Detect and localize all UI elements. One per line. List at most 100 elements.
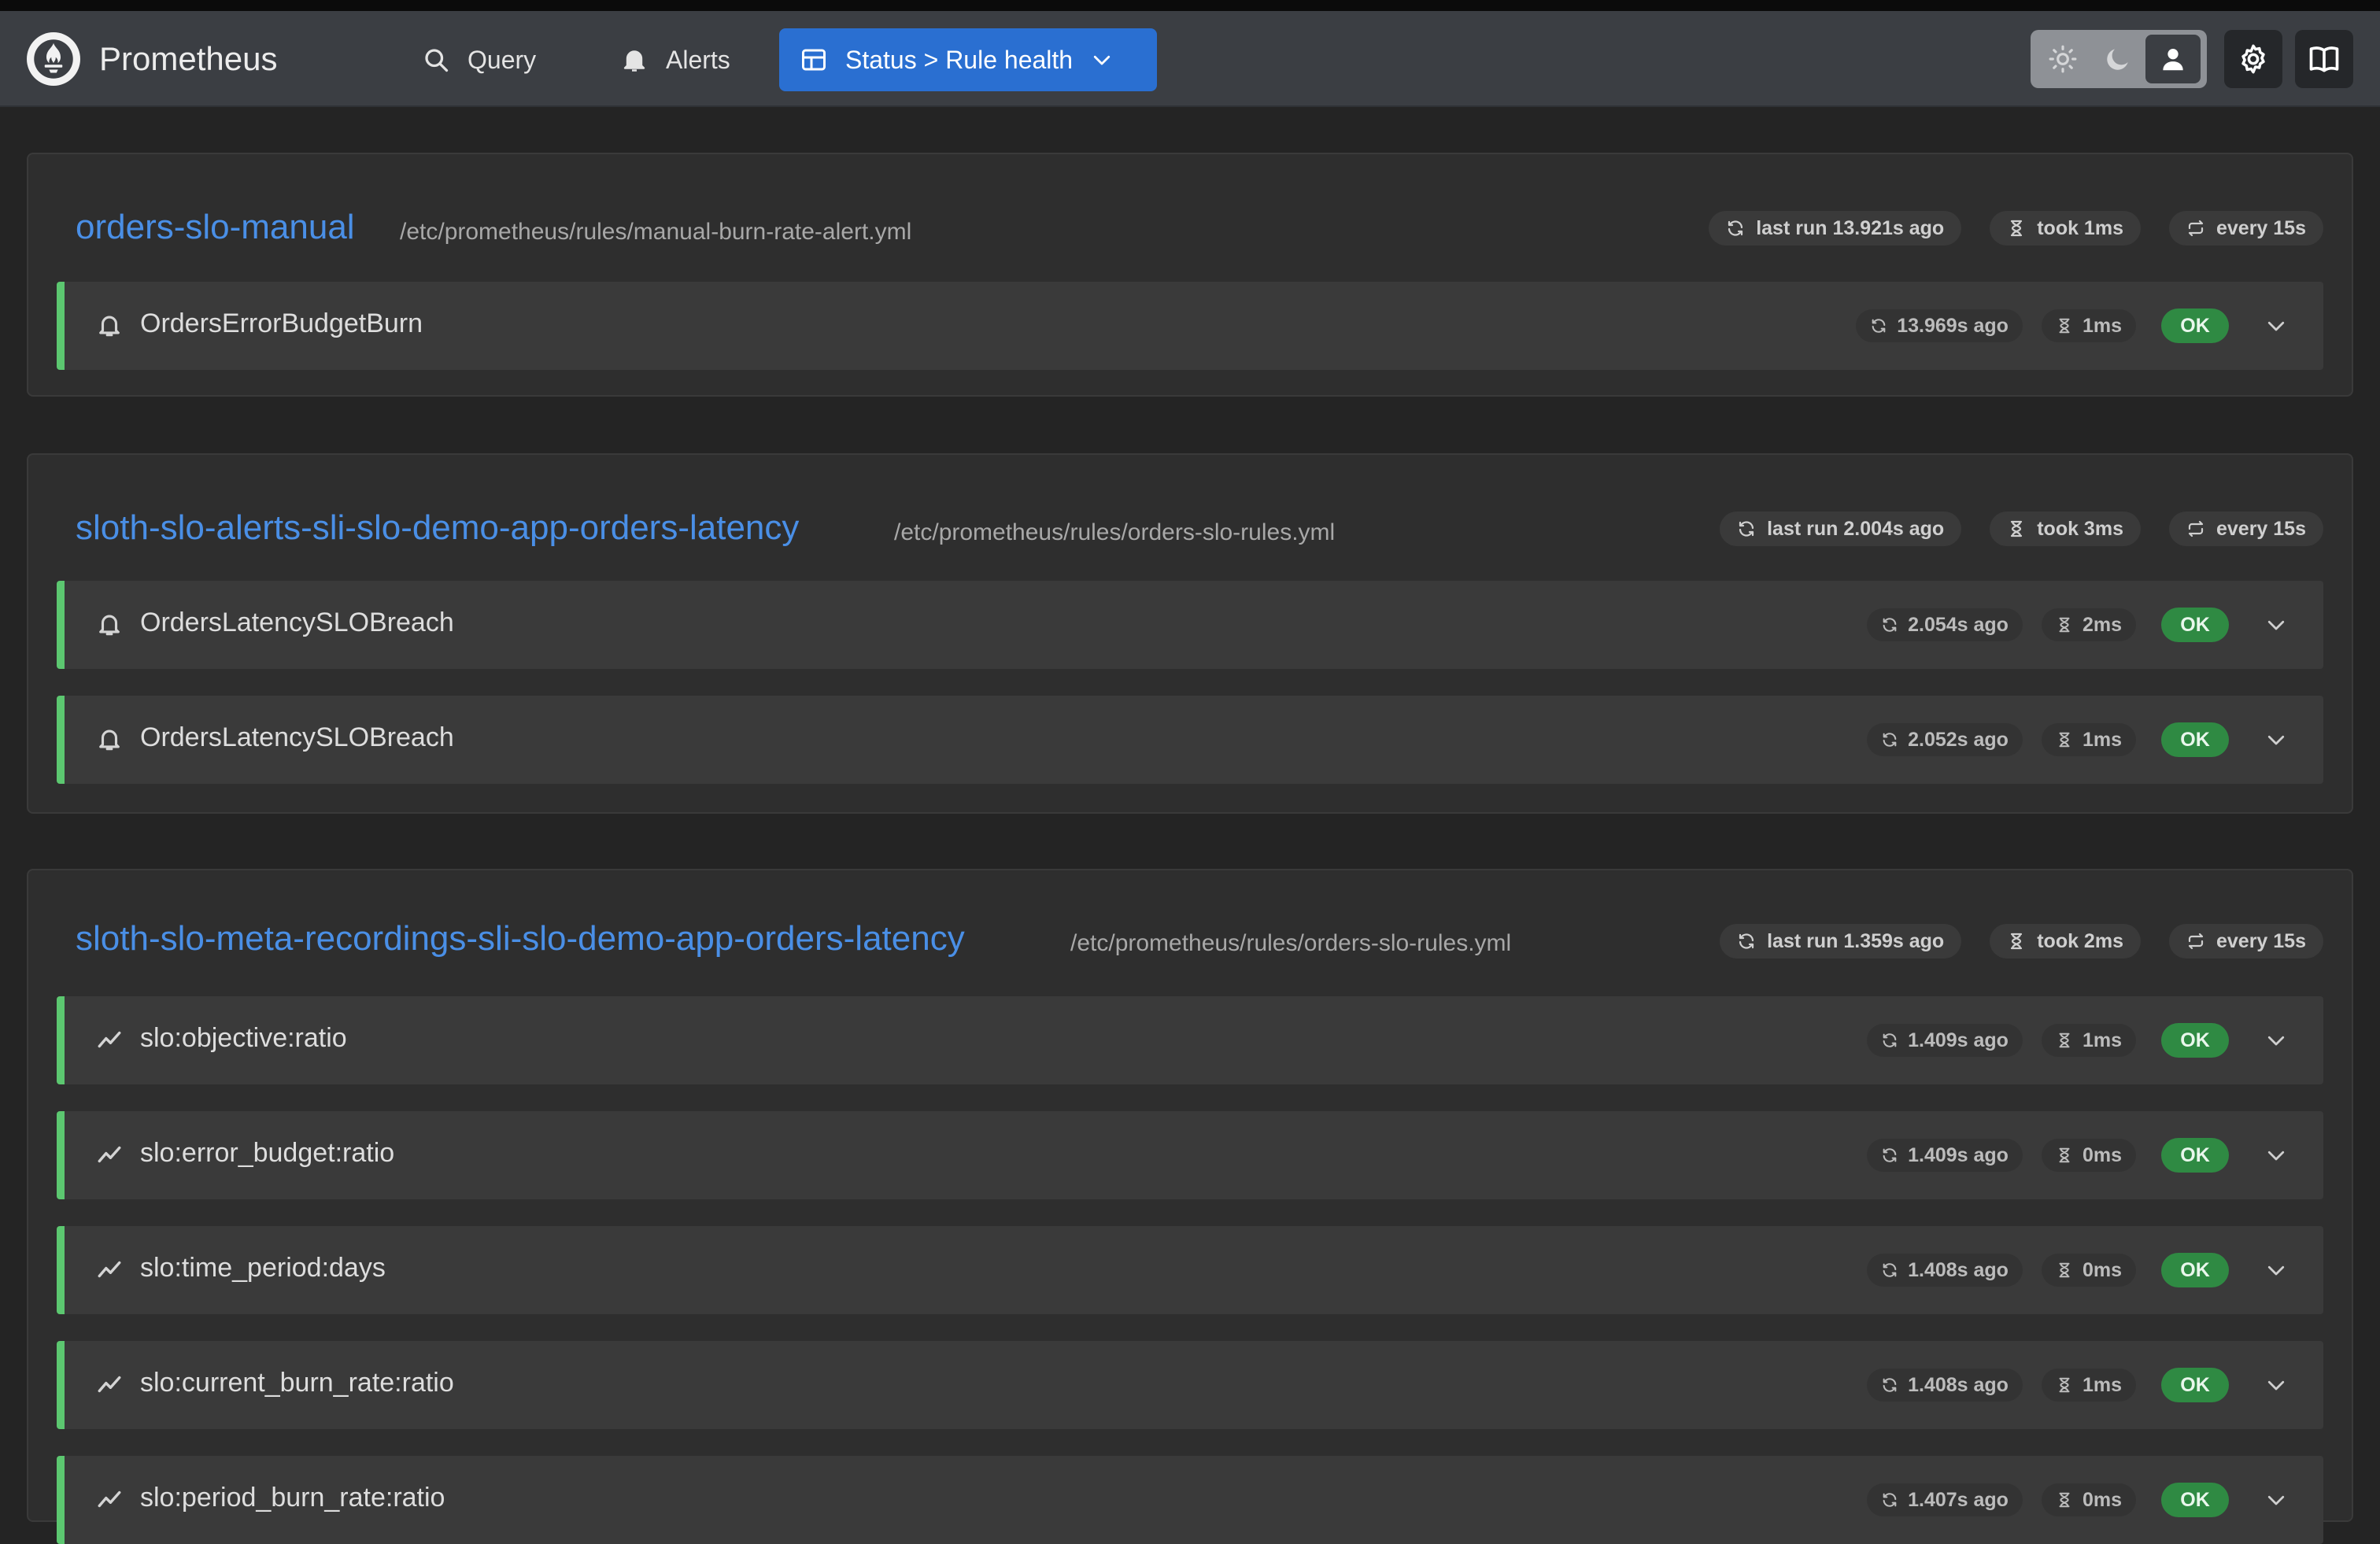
refresh-icon [1881, 1147, 1898, 1164]
expand-rule-button[interactable] [2260, 609, 2292, 641]
rule-group: sloth-slo-alerts-sli-slo-demo-app-orders… [27, 453, 2353, 814]
top-navbar: Prometheus Query Alerts Status > Rule he… [0, 11, 2380, 107]
rule-name: OrdersLatencySLOBreach [140, 608, 454, 637]
last-evaluation-badge: 2.052s ago [1867, 723, 2023, 756]
nav-status-dropdown[interactable]: Status > Rule health [779, 28, 1157, 91]
settings-button[interactable] [2224, 30, 2282, 88]
chart-line-icon [96, 1256, 123, 1283]
chevron-down-icon [2264, 314, 2288, 338]
rule-row[interactable]: OrdersLatencySLOBreach 2.052s ago 1ms OK [57, 696, 2323, 784]
rule-name: slo:time_period:days [140, 1253, 386, 1283]
evaluation-duration-badge: 2ms [2041, 608, 2136, 641]
rule-group-name[interactable]: sloth-slo-meta-recordings-sli-slo-demo-a… [76, 919, 965, 959]
last-run-badge: last run 13.921s ago [1709, 211, 1962, 246]
rule-group: orders-slo-manual /etc/prometheus/rules/… [27, 153, 2353, 397]
chevron-down-icon [2264, 1029, 2288, 1052]
duration-badge: took 1ms [1990, 211, 2141, 246]
chart-line-icon [96, 1026, 123, 1053]
rule-row[interactable]: slo:objective:ratio 1.409s ago 1ms OK [57, 996, 2323, 1084]
hourglass-icon [2056, 317, 2073, 334]
expand-rule-button[interactable] [2260, 724, 2292, 755]
app-name: Prometheus [99, 40, 278, 77]
rule-row[interactable]: OrdersLatencySLOBreach 2.054s ago 2ms OK [57, 581, 2323, 669]
rule-name: slo:error_budget:ratio [140, 1138, 395, 1168]
sun-icon [2049, 45, 2077, 73]
last-evaluation-badge: 1.408s ago [1867, 1369, 2023, 1402]
refresh-icon [1737, 932, 1756, 951]
hourglass-icon [2056, 1261, 2073, 1279]
evaluation-duration-badge: 0ms [2041, 1254, 2136, 1287]
hourglass-icon [2056, 1376, 2073, 1394]
dark-theme-button[interactable] [2090, 35, 2145, 83]
repeat-icon [2186, 219, 2205, 238]
health-status-badge: OK [2161, 1023, 2229, 1058]
rule-row[interactable]: OrdersErrorBudgetBurn 13.969s ago 1ms OK [57, 282, 2323, 370]
documentation-button[interactable] [2295, 30, 2353, 88]
expand-rule-button[interactable] [2260, 310, 2292, 342]
rule-name: slo:period_burn_rate:ratio [140, 1483, 445, 1513]
hourglass-icon [2056, 1032, 2073, 1049]
evaluation-duration-badge: 1ms [2041, 723, 2136, 756]
chevron-down-icon [2264, 613, 2288, 637]
table-icon [802, 49, 826, 71]
brand[interactable]: Prometheus [27, 31, 277, 87]
hourglass-icon [2056, 616, 2073, 633]
user-icon [2163, 49, 2183, 71]
health-status-badge: OK [2161, 722, 2229, 757]
nav-alerts[interactable]: Alerts [600, 28, 751, 91]
book-icon [2309, 46, 2339, 72]
refresh-icon [1881, 1261, 1898, 1279]
nav-query[interactable]: Query [401, 28, 556, 91]
expand-rule-button[interactable] [2260, 1369, 2292, 1401]
last-evaluation-badge: 1.409s ago [1867, 1139, 2023, 1172]
expand-rule-button[interactable] [2260, 1140, 2292, 1171]
expand-rule-button[interactable] [2260, 1025, 2292, 1056]
health-status-badge: OK [2161, 608, 2229, 642]
interval-badge: every 15s [2168, 924, 2323, 959]
rule-group-file: /etc/prometheus/rules/manual-burn-rate-a… [400, 219, 912, 245]
chevron-down-icon [2264, 1488, 2288, 1512]
last-run-badge: last run 1.359s ago [1720, 924, 1962, 959]
expand-rule-button[interactable] [2260, 1484, 2292, 1516]
auto-theme-button[interactable] [2145, 35, 2201, 83]
moon-icon [2107, 49, 2128, 70]
hourglass-icon [2007, 932, 2026, 951]
refresh-icon [1881, 1032, 1898, 1049]
refresh-icon [1881, 1491, 1898, 1509]
refresh-icon [1870, 317, 1887, 334]
health-status-badge: OK [2161, 1483, 2229, 1517]
duration-badge: took 3ms [1990, 512, 2141, 546]
rule-row[interactable]: slo:time_period:days 1.408s ago 0ms OK [57, 1226, 2323, 1314]
refresh-icon [1881, 616, 1898, 633]
rule-group-file: /etc/prometheus/rules/orders-slo-rules.y… [1070, 930, 1512, 956]
bell-icon [96, 726, 123, 752]
rule-row[interactable]: slo:error_budget:ratio 1.409s ago 0ms OK [57, 1111, 2323, 1199]
health-status-badge: OK [2161, 1368, 2229, 1402]
chevron-down-icon [2264, 728, 2288, 752]
nav-status-label: Status > Rule health [845, 45, 1074, 74]
chart-line-icon [96, 1371, 123, 1398]
health-status-badge: OK [2161, 308, 2229, 343]
light-theme-button[interactable] [2035, 35, 2090, 83]
last-evaluation-badge: 1.408s ago [1867, 1254, 2023, 1287]
rule-group-file: /etc/prometheus/rules/orders-slo-rules.y… [894, 519, 1336, 545]
rule-row[interactable]: slo:period_burn_rate:ratio 1.407s ago 0m… [57, 1456, 2323, 1544]
evaluation-duration-badge: 1ms [2041, 1024, 2136, 1057]
bell-icon [96, 312, 123, 338]
health-status-badge: OK [2161, 1253, 2229, 1287]
evaluation-duration-badge: 0ms [2041, 1483, 2136, 1516]
hourglass-icon [2056, 1147, 2073, 1164]
chart-line-icon [96, 1141, 123, 1168]
last-evaluation-badge: 2.054s ago [1867, 608, 2023, 641]
chart-line-icon [96, 1486, 123, 1513]
refresh-icon [1881, 731, 1898, 748]
hourglass-icon [2007, 219, 2026, 238]
repeat-icon [2186, 519, 2205, 538]
last-evaluation-badge: 1.409s ago [1867, 1024, 2023, 1057]
rule-group-name[interactable]: sloth-slo-alerts-sli-slo-demo-app-orders… [76, 508, 799, 548]
rule-group-name[interactable]: orders-slo-manual [76, 208, 355, 247]
chevron-down-icon [2264, 1258, 2288, 1282]
expand-rule-button[interactable] [2260, 1254, 2292, 1286]
rule-row[interactable]: slo:current_burn_rate:ratio 1.408s ago 1… [57, 1341, 2323, 1429]
bell-icon [96, 611, 123, 637]
